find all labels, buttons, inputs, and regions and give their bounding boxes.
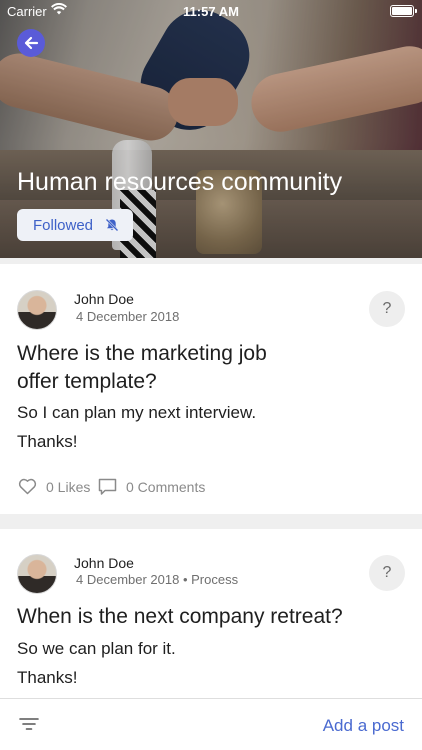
- bell-off-icon: [105, 218, 119, 232]
- post-body-line-2: Thanks!: [17, 432, 78, 451]
- clock: 11:57 AM: [183, 4, 239, 19]
- back-button[interactable]: [17, 29, 45, 57]
- comment-button[interactable]: 0 Comments: [98, 478, 205, 496]
- community-title: Human resources community: [17, 168, 343, 196]
- post-title-line-1: Where is the marketing job: [17, 342, 267, 365]
- battery-icon: [390, 5, 417, 17]
- post-title-line-2: offer template?: [17, 370, 157, 393]
- filter-icon[interactable]: [19, 717, 39, 736]
- post-body-line-2: Thanks!: [17, 668, 78, 687]
- post-card[interactable]: John Doe 4 December 2018 ? Where is the …: [0, 264, 422, 514]
- followed-button[interactable]: Followed: [17, 209, 133, 241]
- comments-count: 0 Comments: [126, 479, 206, 495]
- arrow-left-icon: [24, 36, 39, 50]
- post-card[interactable]: John Doe 4 December 2018 • Process ? Whe…: [0, 529, 422, 698]
- question-badge-button[interactable]: ?: [369, 555, 405, 591]
- post-body-line-1: So I can plan my next interview.: [17, 403, 257, 422]
- post-meta: 4 December 2018: [76, 309, 180, 324]
- avatar: [17, 554, 57, 594]
- likes-count: 0 Likes: [46, 478, 91, 495]
- followed-label: Followed: [33, 216, 94, 234]
- heart-icon: [18, 478, 37, 495]
- bottom-toolbar: Add a post: [0, 698, 422, 750]
- comment-icon: [98, 478, 117, 495]
- post-author: John Doe: [74, 291, 134, 307]
- avatar: [17, 290, 57, 330]
- status-bar: Carrier 11:57 AM: [0, 0, 422, 22]
- question-badge-button[interactable]: ?: [369, 291, 405, 327]
- post-meta: 4 December 2018 • Process: [76, 572, 239, 587]
- add-post-button[interactable]: Add a post: [323, 716, 404, 736]
- post-title-line-1: When is the next company retreat?: [17, 605, 343, 628]
- post-body-line-1: So we can plan for it.: [17, 639, 176, 658]
- section-divider: [0, 514, 422, 529]
- like-button[interactable]: 0 Likes: [18, 478, 90, 495]
- post-author: John Doe: [74, 555, 134, 571]
